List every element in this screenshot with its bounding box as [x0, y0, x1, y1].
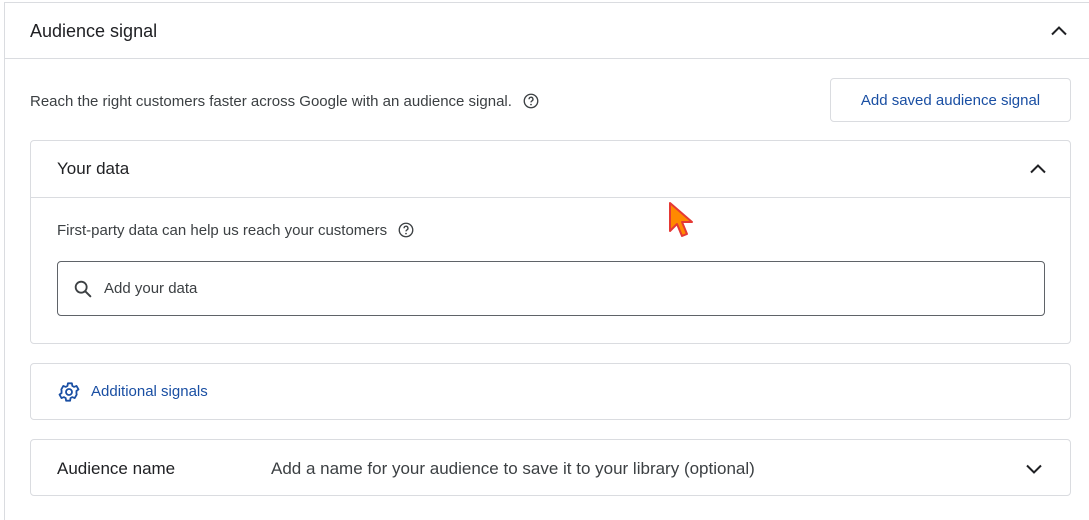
chevron-down-icon[interactable] [1022, 457, 1046, 481]
section-title: Audience signal [30, 21, 158, 41]
additional-signals-card[interactable]: Additional signals [30, 363, 1071, 420]
audience-signal-header[interactable]: Audience signal [5, 3, 1089, 59]
intro-text: Reach the right customers faster across … [30, 92, 512, 110]
mouse-cursor-icon [667, 201, 695, 241]
audience-name-card[interactable]: Audience name Add a name for your audien… [30, 439, 1071, 496]
your-data-card: Your data First-party data can help us r… [30, 140, 1071, 344]
gear-icon [57, 380, 81, 404]
search-icon [72, 278, 94, 300]
add-saved-audience-signal-button[interactable]: Add saved audience signal [830, 78, 1071, 122]
chevron-up-icon[interactable] [1026, 157, 1050, 181]
help-circle-icon[interactable] [522, 92, 540, 110]
audience-name-label: Audience name [57, 459, 176, 478]
intro-row: Reach the right customers faster across … [30, 92, 540, 110]
chevron-up-icon[interactable] [1047, 19, 1071, 43]
first-party-description-row: First-party data can help us reach your … [57, 221, 415, 239]
audience-signal-panel: Audience signal Reach the right customer… [4, 2, 1089, 520]
your-data-title: Your data [57, 159, 130, 178]
help-circle-icon[interactable] [397, 221, 415, 239]
first-party-description: First-party data can help us reach your … [57, 221, 388, 239]
add-your-data-input[interactable] [104, 280, 1004, 297]
audience-name-placeholder: Add a name for your audience to save it … [271, 459, 755, 478]
add-your-data-search-box[interactable] [57, 261, 1045, 316]
your-data-header[interactable]: Your data [31, 141, 1070, 198]
additional-signals-link[interactable]: Additional signals [91, 383, 208, 400]
